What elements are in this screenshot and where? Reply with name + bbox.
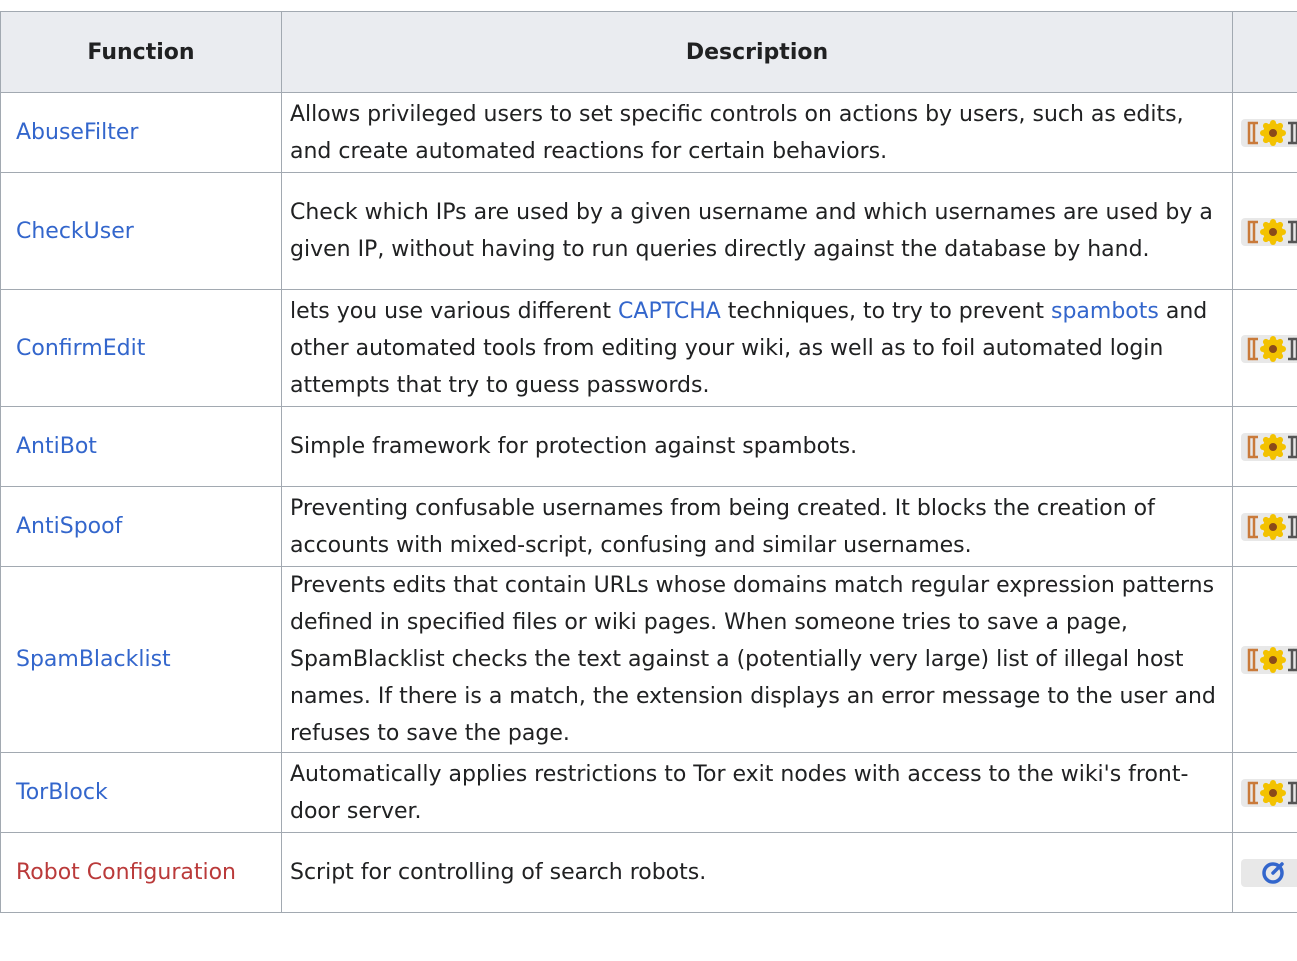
extension-icon[interactable] bbox=[1241, 513, 1297, 541]
table-row: CheckUser Check which IPs are used by a … bbox=[0, 172, 1297, 290]
extensions-table: Function Description AbuseFilter Allows … bbox=[0, 11, 1297, 913]
extension-icon[interactable] bbox=[1241, 217, 1297, 246]
description-text: techniques, to try to prevent bbox=[720, 298, 1051, 324]
description-cell: Allows privileged users to set specific … bbox=[281, 92, 1233, 173]
table-row: SpamBlacklist Prevents edits that contai… bbox=[0, 566, 1297, 753]
function-link-robot-configuration[interactable]: Robot Configuration bbox=[16, 860, 236, 885]
description-text: lets you use various different bbox=[290, 298, 619, 324]
extension-icon[interactable] bbox=[1241, 334, 1297, 363]
function-link-antispoof[interactable]: AntiSpoof bbox=[16, 514, 122, 539]
extension-icon[interactable] bbox=[1241, 646, 1297, 674]
page-content: Function Description AbuseFilter Allows … bbox=[0, 11, 1297, 913]
column-header-function[interactable]: Function bbox=[0, 11, 282, 93]
function-link-antibot[interactable]: AntiBot bbox=[16, 434, 97, 459]
description-cell: Preventing confusable usernames from bei… bbox=[281, 486, 1233, 567]
description-cell: Script for controlling of search robots. bbox=[281, 832, 1233, 913]
description-cell: Check which IPs are used by a given user… bbox=[281, 172, 1233, 290]
table-row: ConfirmEdit lets you use various differe… bbox=[0, 289, 1297, 407]
function-link-abusefilter[interactable]: AbuseFilter bbox=[16, 120, 138, 145]
description-cell: Automatically applies restrictions to To… bbox=[281, 752, 1233, 833]
table-row: AntiSpoof Preventing confusable username… bbox=[0, 486, 1297, 567]
column-header-type[interactable] bbox=[1232, 11, 1297, 93]
table-row: AbuseFilter Allows privileged users to s… bbox=[0, 92, 1297, 173]
table-row: AntiBot Simple framework for protection … bbox=[0, 406, 1297, 487]
extension-icon[interactable] bbox=[1241, 779, 1297, 807]
captcha-link[interactable]: CAPTCHA bbox=[618, 299, 721, 324]
table-header-row: Function Description bbox=[0, 11, 1297, 93]
extension-icon[interactable] bbox=[1241, 433, 1297, 461]
function-link-checkuser[interactable]: CheckUser bbox=[16, 219, 134, 244]
spambots-link[interactable]: spambots bbox=[1051, 299, 1159, 324]
column-header-description[interactable]: Description bbox=[281, 11, 1233, 93]
table-row: Robot Configuration Script for controlli… bbox=[0, 832, 1297, 913]
description-cell: lets you use various different CAPTCHA t… bbox=[281, 289, 1233, 407]
description-cell: Prevents edits that contain URLs whose d… bbox=[281, 566, 1233, 753]
table-row: TorBlock Automatically applies restricti… bbox=[0, 752, 1297, 833]
gauge-icon[interactable] bbox=[1241, 859, 1297, 887]
function-link-spamblacklist[interactable]: SpamBlacklist bbox=[16, 647, 171, 672]
function-link-confirmedit[interactable]: ConfirmEdit bbox=[16, 336, 145, 361]
description-cell: Simple framework for protection against … bbox=[281, 406, 1233, 487]
function-link-torblock[interactable]: TorBlock bbox=[16, 780, 108, 805]
extension-icon[interactable] bbox=[1241, 119, 1297, 147]
